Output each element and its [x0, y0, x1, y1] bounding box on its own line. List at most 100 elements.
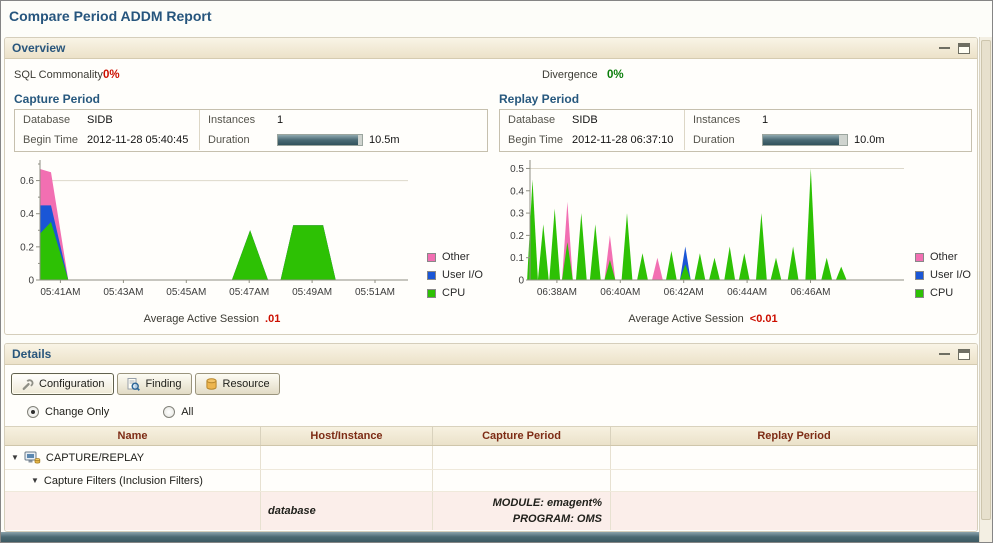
- avg-session-label: Average Active Session: [628, 313, 744, 325]
- finding-icon: [127, 377, 141, 391]
- expand-triangle-icon[interactable]: ▼: [11, 453, 19, 462]
- filter-radio-group: Change Only All: [27, 406, 193, 418]
- change-only-label[interactable]: Change Only: [45, 406, 109, 418]
- svg-text:0.2: 0.2: [510, 231, 524, 242]
- duration-label: Duration: [208, 134, 250, 146]
- capture-period-heading: Capture Period: [14, 92, 101, 106]
- svg-text:0: 0: [28, 276, 34, 287]
- instances-label: Instances: [693, 114, 741, 126]
- other-swatch-icon: [915, 252, 924, 262]
- program-filter-value: PROGRAM: OMS: [512, 513, 602, 525]
- table-row-capture-filters[interactable]: ▼ Capture Filters (Inclusion Filters): [5, 470, 977, 492]
- capture-chart-legend: Other User I/O CPU: [427, 248, 483, 302]
- capture-average-active-session: Average Active Session .01: [10, 313, 414, 325]
- tab-label: Resource: [222, 378, 270, 390]
- svg-text:05:41AM: 05:41AM: [40, 287, 80, 298]
- svg-text:0.4: 0.4: [20, 209, 34, 220]
- svg-text:06:44AM: 06:44AM: [727, 287, 767, 298]
- svg-text:05:51AM: 05:51AM: [355, 287, 395, 298]
- svg-text:0.2: 0.2: [20, 242, 34, 253]
- tab-finding[interactable]: Finding: [117, 373, 192, 395]
- tab-label: Configuration: [39, 378, 105, 390]
- details-panel-header: Details: [5, 344, 977, 365]
- details-table: Name Host/Instance Capture Period Replay…: [5, 426, 977, 530]
- vertical-scrollbar-thumb[interactable]: [981, 40, 991, 520]
- row-label: Capture Filters (Inclusion Filters): [43, 474, 203, 487]
- svg-text:0.5: 0.5: [510, 164, 524, 175]
- details-tabs: Configuration Finding Resource: [11, 373, 280, 395]
- cpu-swatch-icon: [915, 288, 924, 298]
- column-header-name[interactable]: Name: [5, 427, 261, 445]
- replay-chart-legend: Other User I/O CPU: [915, 248, 971, 302]
- capture-period-filter-values: MODULE: emagent% PROGRAM: OMS: [433, 492, 611, 530]
- page-title: Compare Period ADDM Report: [9, 8, 212, 24]
- restore-icon[interactable]: [958, 42, 970, 54]
- divergence-label: Divergence: [542, 69, 598, 81]
- restore-icon[interactable]: [958, 348, 970, 360]
- cpu-swatch-icon: [427, 288, 436, 298]
- duration-value: 10.0m: [854, 134, 885, 146]
- begin-time-value: 2012-11-28 05:40:45: [87, 134, 189, 146]
- divergence-value: 0%: [607, 69, 624, 81]
- user-io-swatch-icon: [427, 270, 436, 280]
- capture-period-info-box: Database SIDB Instances 1 Begin Time 201…: [14, 109, 488, 152]
- all-radio[interactable]: [163, 406, 176, 418]
- change-only-radio[interactable]: [27, 406, 39, 418]
- svg-text:0.6: 0.6: [20, 176, 34, 187]
- capture-period-chart: 0 0.2 0.4 0.6 05:41AM 05:43AM 05:45AM 05:47AM 05…: [20, 160, 408, 298]
- minimize-icon[interactable]: [938, 42, 951, 54]
- avg-session-label: Average Active Session: [143, 313, 260, 325]
- begin-time-label: Begin Time: [508, 134, 564, 146]
- capture-replay-node-icon: [24, 451, 41, 464]
- legend-item: User I/O: [427, 266, 483, 284]
- database-label: Database: [508, 114, 556, 126]
- svg-text:0.1: 0.1: [510, 253, 524, 264]
- duration-bar: [762, 134, 848, 146]
- tab-configuration[interactable]: Configuration: [11, 373, 115, 395]
- column-header-replay-period[interactable]: Replay Period: [611, 427, 977, 445]
- legend-item: CPU: [427, 284, 483, 302]
- svg-text:06:38AM: 06:38AM: [537, 287, 577, 298]
- table-row-filter-values[interactable]: database MODULE: emagent% PROGRAM: OMS: [5, 492, 977, 530]
- duration-label: Duration: [693, 134, 735, 146]
- svg-text:0.3: 0.3: [510, 209, 524, 220]
- legend-label: Other: [442, 251, 470, 263]
- tab-label: Finding: [145, 378, 182, 390]
- sql-commonality-value: 0%: [103, 69, 120, 81]
- overview-panel-header: Overview: [5, 38, 977, 59]
- svg-text:05:43AM: 05:43AM: [103, 287, 143, 298]
- legend-item: CPU: [915, 284, 971, 302]
- expand-triangle-icon[interactable]: ▼: [31, 476, 39, 485]
- module-filter-value: MODULE: emagent%: [492, 497, 602, 509]
- minimize-icon[interactable]: [938, 348, 951, 360]
- horizontal-scrollbar[interactable]: [1, 532, 979, 542]
- instances-value: 1: [762, 114, 769, 126]
- all-label[interactable]: All: [181, 406, 193, 418]
- svg-text:06:40AM: 06:40AM: [600, 287, 640, 298]
- avg-session-value: <0.01: [749, 313, 778, 325]
- legend-item: User I/O: [915, 266, 971, 284]
- details-panel-title: Details: [12, 347, 52, 361]
- sql-commonality-label: SQL Commonality: [14, 69, 103, 81]
- legend-label: User I/O: [930, 269, 971, 281]
- column-header-capture-period[interactable]: Capture Period: [433, 427, 611, 445]
- svg-text:05:47AM: 05:47AM: [229, 287, 269, 298]
- user-io-swatch-icon: [915, 270, 924, 280]
- table-row-capture-replay[interactable]: ▼ CAPTURE/REPLAY: [5, 446, 977, 470]
- overview-panel: Overview SQL Commonality 0% Divergence 0…: [4, 37, 978, 335]
- legend-item: Other: [915, 248, 971, 266]
- database-value: SIDB: [572, 114, 598, 126]
- column-header-host-instance[interactable]: Host/Instance: [261, 427, 433, 445]
- duration-value: 10.5m: [369, 134, 400, 146]
- row-label: CAPTURE/REPLAY: [45, 451, 145, 464]
- details-panel: Details Configuration Finding Resource C…: [4, 343, 978, 532]
- legend-label: CPU: [930, 287, 954, 299]
- resource-icon: [205, 377, 217, 390]
- replay-period-heading: Replay Period: [499, 92, 580, 106]
- svg-text:0.4: 0.4: [510, 186, 524, 197]
- vertical-scrollbar[interactable]: [979, 37, 992, 542]
- legend-label: CPU: [442, 287, 466, 299]
- other-swatch-icon: [427, 252, 436, 262]
- tab-resource[interactable]: Resource: [194, 373, 280, 395]
- replay-period-info-box: Database SIDB Instances 1 Begin Time 201…: [499, 109, 972, 152]
